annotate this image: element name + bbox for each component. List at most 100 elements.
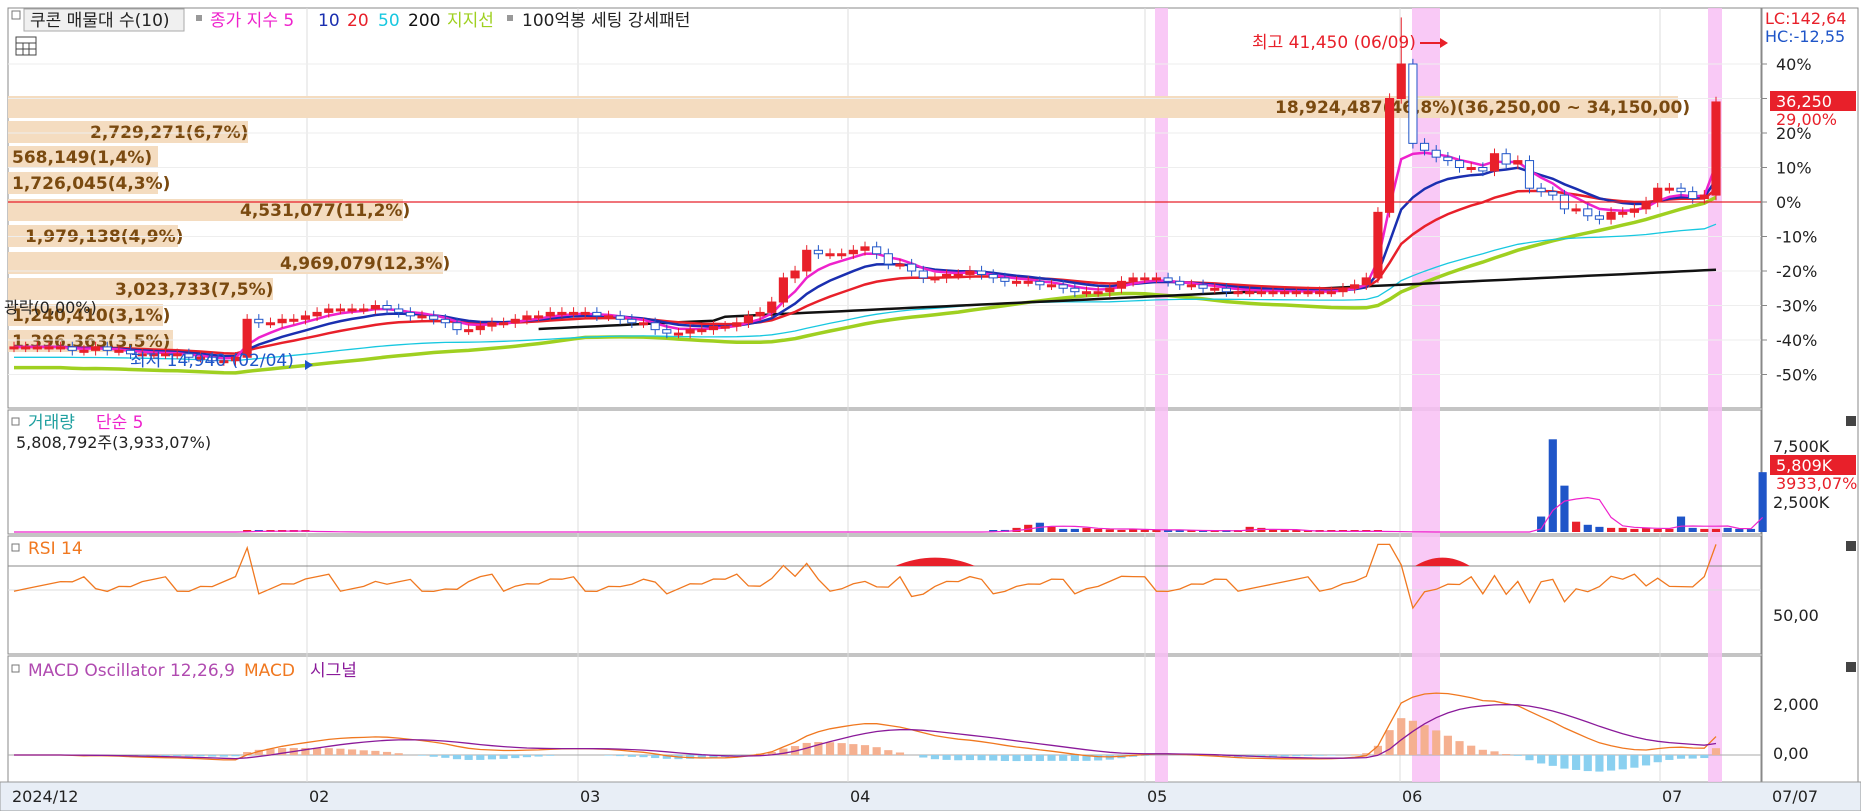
- candle-body: [21, 346, 31, 350]
- volume-bar: [1548, 439, 1557, 532]
- macd-osc-bar: [464, 755, 473, 760]
- candle-body: [1688, 191, 1698, 200]
- macd-osc-bar: [977, 755, 986, 761]
- ma-period-label[interactable]: 20: [347, 11, 369, 31]
- price-y-tick: 0%: [1776, 193, 1801, 212]
- candle-body: [1198, 284, 1208, 289]
- candle-body: [1524, 160, 1535, 189]
- volume-ma-label[interactable]: 단순 5: [96, 413, 144, 433]
- macd-osc-bar: [1432, 730, 1441, 755]
- candle-body: [743, 315, 754, 324]
- candle-body: [1583, 208, 1593, 217]
- volume-current: 5,809K: [1776, 456, 1833, 475]
- macd-osc-bar: [1443, 735, 1452, 755]
- macd-osc-bar: [930, 755, 940, 760]
- ma-period-label[interactable]: 지지선: [447, 11, 494, 31]
- candle-body: [650, 322, 660, 331]
- macd-osc-bar: [359, 750, 368, 755]
- candle-body: [1280, 291, 1290, 295]
- macd-osc-bar: [546, 755, 555, 756]
- macd-osc-bar: [1525, 755, 1534, 761]
- volume-profile-label: 3,023,733(7,5%): [115, 280, 273, 300]
- macd-osc-bar: [522, 755, 532, 758]
- volume-bar: [1618, 527, 1627, 532]
- candle-body: [67, 346, 77, 351]
- candle-body: [1046, 284, 1057, 288]
- candle-body: [335, 308, 345, 312]
- macd-osc-bar: [849, 744, 858, 755]
- price-y-tick: -50%: [1776, 366, 1817, 385]
- candle-body: [1419, 142, 1430, 151]
- candle-body: [1548, 191, 1558, 196]
- candle-body: [1011, 280, 1022, 284]
- macd-osc-bar: [441, 755, 450, 758]
- candle-body: [1116, 280, 1127, 289]
- ma-period-label[interactable]: 200: [408, 11, 440, 31]
- candle-body: [1536, 187, 1546, 193]
- candle-body: [778, 277, 788, 303]
- candle-body: [603, 315, 614, 319]
- current-pct: 29,00%: [1776, 110, 1837, 129]
- candle-body: [1711, 101, 1721, 196]
- macd-osc-bar: [1455, 741, 1464, 755]
- volume-bar: [1653, 528, 1662, 532]
- macd-osc-bar: [872, 747, 881, 755]
- ma-label[interactable]: 종가 지수 5: [210, 11, 294, 31]
- macd-osc-bar: [1537, 755, 1546, 764]
- volume-bar: [1117, 529, 1126, 532]
- x-axis-label: 07: [1662, 787, 1682, 806]
- macd-osc-bar: [382, 751, 392, 755]
- x-axis-label: 04: [850, 787, 870, 806]
- x-axis-end-label: 07/07: [1772, 787, 1818, 806]
- candle-body: [1676, 187, 1686, 193]
- macd-osc-bar: [1047, 755, 1056, 761]
- volume-bar: [1047, 526, 1056, 532]
- rsi-close-icon[interactable]: [1846, 541, 1856, 551]
- macd-label[interactable]: MACD: [244, 661, 295, 681]
- macd-tick-zero: 0,00: [1773, 744, 1809, 763]
- x-axis-bar: [0, 781, 1861, 811]
- candle-body: [988, 273, 998, 279]
- macd-osc-bar: [1292, 755, 1301, 757]
- macd-osc-bar: [1467, 745, 1476, 755]
- volume-title[interactable]: 거래량: [28, 413, 75, 433]
- macd-title[interactable]: MACD Oscillator 12,26,9: [28, 661, 235, 681]
- macd-close-icon[interactable]: [1846, 662, 1856, 672]
- candle-body: [860, 246, 870, 251]
- macd-osc-bar: [1676, 755, 1686, 759]
- signal-label[interactable]: 시그널: [310, 661, 357, 681]
- candle-body: [1489, 153, 1500, 172]
- candle-body: [1326, 291, 1336, 295]
- macd-osc-bar: [313, 748, 322, 755]
- volume-bar: [1280, 530, 1289, 532]
- rsi-tick: 50,00: [1773, 606, 1819, 625]
- candle-body: [557, 311, 567, 315]
- candle-body: [1641, 201, 1651, 210]
- candle-body: [347, 308, 357, 312]
- candle-body: [1664, 187, 1674, 191]
- candle-body: [837, 253, 847, 257]
- volume-box-icon: [11, 417, 20, 426]
- macd-osc-bar: [1397, 718, 1406, 755]
- macd-osc-bar: [1513, 755, 1522, 756]
- rsi-panel: [7, 535, 1762, 655]
- candle-body: [522, 315, 532, 320]
- volume-close-icon[interactable]: [1846, 416, 1856, 426]
- macd-osc-bar: [651, 755, 660, 759]
- macd-osc-bar: [534, 755, 543, 757]
- calculator-icon[interactable]: [15, 36, 37, 56]
- decline-label: 광락(0,00%): [4, 298, 97, 317]
- extra-label[interactable]: 100억봉 세팅 강세패턴: [522, 11, 690, 31]
- macd-osc-bar: [639, 755, 648, 758]
- rsi-title[interactable]: RSI 14: [28, 539, 83, 559]
- volume-bar: [1560, 485, 1569, 532]
- candle-body: [1373, 211, 1383, 279]
- ma-period-label[interactable]: 10: [318, 11, 340, 31]
- candle-body: [382, 305, 392, 310]
- volume-bar: [1583, 524, 1592, 532]
- volume-bar: [1688, 527, 1697, 532]
- ma-period-label[interactable]: 50: [378, 11, 400, 31]
- candle-body: [429, 315, 439, 320]
- candle-body: [615, 315, 625, 320]
- volume-profile-label: 568,149(1,4%): [12, 148, 152, 168]
